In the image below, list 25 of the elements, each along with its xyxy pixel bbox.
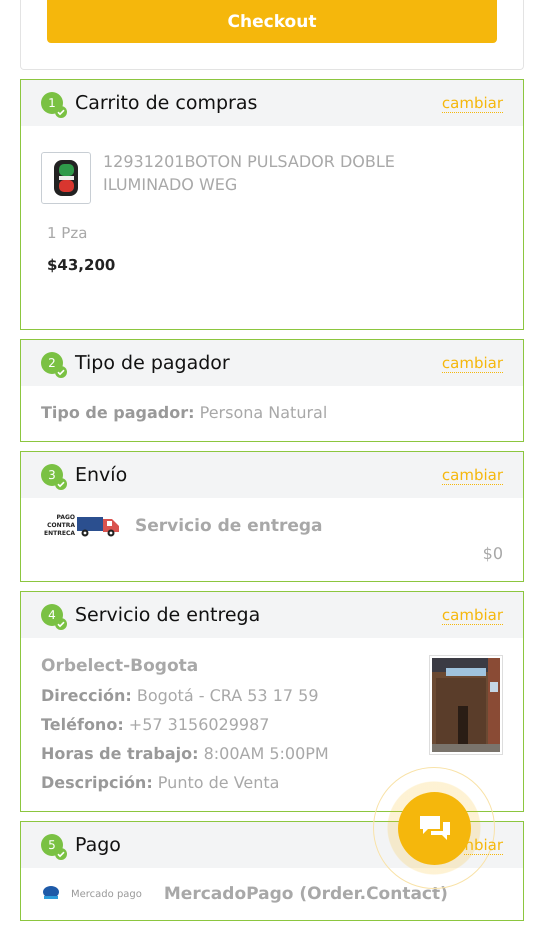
step-title: Pago <box>75 834 122 856</box>
change-link[interactable]: cambiar <box>442 354 503 372</box>
step-title: Servicio de entrega <box>75 604 262 626</box>
checkout-button[interactable]: Checkout <box>47 0 497 43</box>
change-link[interactable]: cambiar <box>442 94 503 112</box>
change-link[interactable]: cambiar <box>442 466 503 484</box>
step-title: Tipo de pagador <box>75 352 231 374</box>
step-title: Carrito de compras <box>75 92 258 114</box>
logo-caption: Mercado pago <box>71 888 142 900</box>
product-thumbnail <box>41 152 91 204</box>
info-line: Dirección: Bogotá - CRA 53 17 59 <box>41 685 320 707</box>
info-line: Teléfono: +57 3156029987 <box>41 714 270 736</box>
step-title: Envío <box>75 464 128 486</box>
info-line: Descripción: Punto de Venta <box>41 772 280 794</box>
shipping-service: Servicio de entrega <box>135 516 322 536</box>
truck-icon <box>77 515 121 537</box>
change-link[interactable]: cambiar <box>442 606 503 624</box>
info-line: Horas de trabajo: 8:00AM 5:00PM <box>41 743 329 765</box>
product-quantity: 1 Pza <box>47 224 88 242</box>
product-name: 12931201BOTON PULSADOR DOBLE ILUMINADO WEG <box>103 151 396 196</box>
store-name: Orbelect-Bogota <box>41 655 200 678</box>
product-price: $43,200 <box>47 256 116 274</box>
shipping-cost: $0 <box>482 544 503 563</box>
info-line: Tipo de pagador: Persona Natural <box>41 402 328 424</box>
payment-method: MercadoPago (Order.Contact) <box>164 884 448 904</box>
